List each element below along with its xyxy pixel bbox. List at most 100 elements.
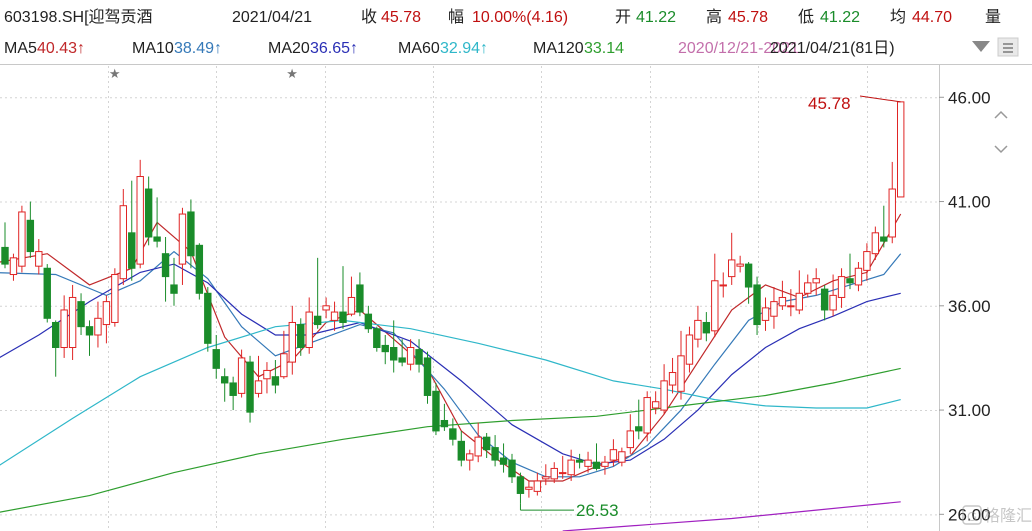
candle-body [702, 321, 711, 334]
kline-chart[interactable]: 603198.SH[迎驾贡酒 2021/04/21 收 45.78 幅 10.0… [0, 0, 1032, 531]
candle [728, 232, 736, 285]
candle [575, 453, 584, 469]
low-label: 低 [798, 8, 814, 26]
candle [626, 414, 634, 454]
candle [491, 435, 499, 467]
candle-body [457, 440, 466, 461]
candle-body [651, 401, 660, 409]
candle-body [136, 176, 144, 265]
candle-body [871, 232, 880, 255]
candle [711, 253, 719, 338]
candle-body [753, 284, 761, 326]
candle [618, 447, 626, 467]
candle [533, 472, 542, 496]
candle [398, 339, 406, 367]
candle [466, 449, 474, 471]
event-star-marker[interactable]: ★ [109, 66, 121, 81]
candle [161, 236, 170, 302]
close-value: 45.78 [381, 9, 421, 26]
candle-body [761, 307, 770, 321]
candle-body [195, 244, 204, 294]
candle-body [592, 461, 601, 469]
candle [136, 159, 144, 269]
candle-body [263, 369, 271, 380]
candle-body [525, 486, 533, 490]
candle-body [466, 453, 474, 461]
candle [52, 320, 60, 377]
candle [60, 295, 68, 358]
candle [854, 262, 863, 292]
candle-body [618, 451, 626, 463]
candle [837, 268, 846, 308]
candle [432, 382, 440, 436]
candle [550, 462, 558, 484]
candle-body [575, 459, 584, 463]
candle-body [9, 257, 18, 276]
candle-body [660, 380, 668, 411]
candle-body [846, 278, 854, 284]
y-tick-label: 36.00 [948, 297, 991, 316]
candle-body [854, 267, 863, 286]
candle [736, 255, 744, 273]
settings-button[interactable] [997, 37, 1019, 57]
candle-body [406, 347, 415, 365]
candle-body [1, 246, 9, 265]
candle-body [584, 459, 592, 467]
candles [1, 101, 905, 504]
candle-body [77, 301, 85, 328]
candle-body [449, 428, 457, 440]
candle-body [736, 263, 744, 267]
candle-body [685, 334, 694, 365]
candle-body [390, 347, 398, 361]
scroll-up-icon[interactable] [994, 110, 1008, 119]
scroll-down-icon[interactable] [994, 145, 1008, 154]
candle [744, 262, 753, 304]
candle [221, 368, 229, 402]
candle [77, 293, 85, 335]
candle [660, 364, 668, 415]
candle-body [246, 361, 254, 413]
dropdown-triangle-icon[interactable] [972, 41, 990, 52]
candle-body [812, 278, 820, 284]
candle [373, 326, 381, 352]
candle-body [373, 328, 381, 349]
candle [347, 276, 356, 317]
watermark-logo: G 格隆汇 [962, 505, 1032, 525]
candle [119, 189, 127, 285]
candle [499, 443, 508, 473]
candle-body [668, 372, 677, 386]
candle-body [305, 311, 313, 349]
candle-body [297, 324, 305, 349]
max-pointer-line [859, 95, 901, 103]
max-price-label: 45.78 [808, 94, 851, 113]
candle-body [356, 284, 364, 313]
candle-body [778, 296, 787, 307]
candle-body [271, 376, 280, 386]
candle [254, 355, 263, 398]
close-label: 收 [361, 8, 377, 26]
candle [26, 201, 35, 258]
candle-body [609, 449, 618, 461]
candle-body [153, 236, 161, 242]
change-value: 10.00%(4.16) [472, 9, 568, 26]
y-tick-label: 41.00 [948, 193, 991, 212]
candle [592, 443, 601, 471]
candle-body [491, 447, 499, 461]
candle-body [635, 426, 643, 432]
candle-body [128, 232, 136, 269]
candle-body [313, 315, 322, 326]
candle [770, 287, 778, 329]
candle-body [863, 251, 871, 271]
candle-body [161, 253, 170, 278]
ma-legend-name-ma120: MA120 [533, 40, 584, 57]
candle [651, 391, 660, 415]
candle-body [102, 301, 111, 326]
candle [795, 270, 803, 315]
candle [516, 472, 525, 504]
candle-body [94, 317, 102, 336]
candle [820, 284, 829, 321]
y-tick-label: 31.00 [948, 401, 991, 420]
candle [719, 272, 727, 298]
candle [111, 268, 119, 327]
event-star-marker[interactable]: ★ [286, 66, 298, 81]
